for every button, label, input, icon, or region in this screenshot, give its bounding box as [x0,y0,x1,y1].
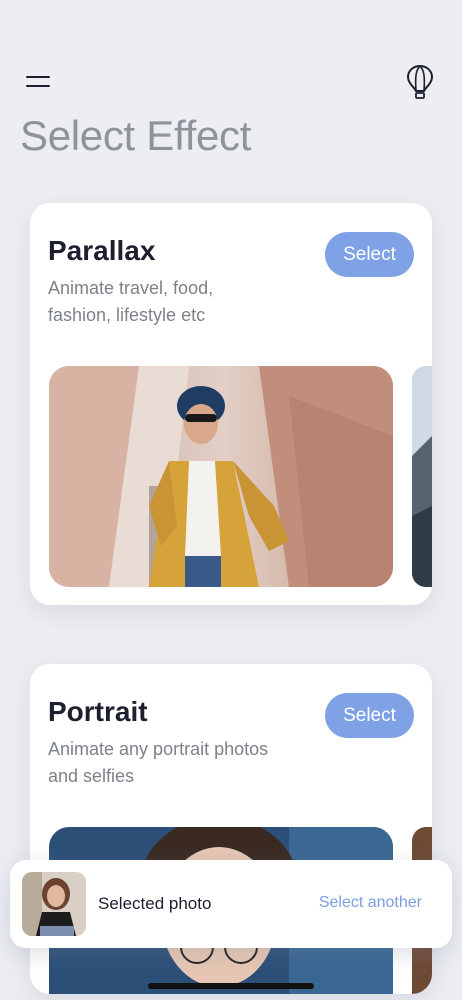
select-another-link[interactable]: Select another [319,894,422,912]
menu-line [26,85,50,88]
menu-line [26,76,50,79]
selected-photo-thumbnail[interactable] [22,872,86,936]
hot-air-balloon-icon[interactable] [404,64,436,100]
selected-photo-bar: Selected photo Select another [10,860,452,948]
home-indicator [148,983,314,989]
select-portrait-button[interactable]: Select [325,693,414,738]
parallax-preview-image[interactable] [49,366,393,587]
hamburger-menu-icon[interactable] [24,70,52,92]
effect-title: Portrait [48,696,148,727]
next-preview-image[interactable] [412,366,432,587]
effect-card-parallax: Parallax Animate travel, food, fashion, … [30,203,432,605]
select-parallax-button[interactable]: Select [325,232,414,277]
top-bar [0,60,462,104]
effect-title: Parallax [48,235,156,266]
selected-photo-label: Selected photo [98,894,212,913]
effect-description: Animate travel, food, fashion, lifestyle… [48,278,214,325]
page-title: Select Effect [20,112,252,159]
effect-description: Animate any portrait photos and selfies [48,739,269,786]
